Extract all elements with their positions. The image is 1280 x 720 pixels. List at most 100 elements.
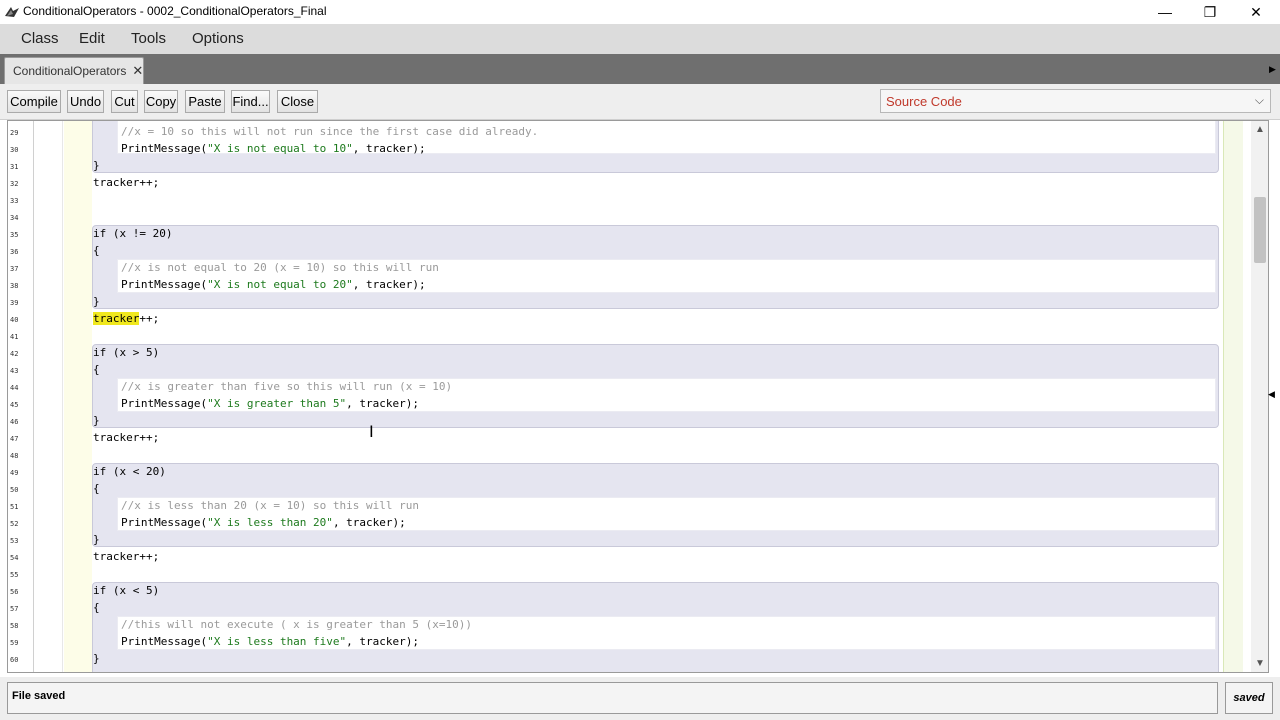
line-number: 40 [10,316,19,324]
vertical-scrollbar[interactable]: ▲ ▼ [1251,121,1268,672]
status-message: File saved [7,682,1218,714]
code-line-42: if (x > 5) [93,346,160,359]
line-number: 35 [10,231,19,239]
line-number: 59 [10,639,19,647]
menu-bar: Class Edit Tools Options [0,24,1280,54]
tab-label: ConditionalOperators [13,64,127,78]
scroll-down-icon[interactable]: ▼ [1255,658,1265,669]
line-number: 43 [10,367,19,375]
collapse-panel-arrow-icon[interactable]: ◀ [1268,389,1275,400]
code-line-38: PrintMessage("X is not equal to 20", tra… [121,278,426,291]
line-number: 31 [10,163,19,171]
line-number: 36 [10,248,19,256]
find-button[interactable]: Find... [231,90,270,113]
line-number: 58 [10,622,19,630]
line-number: 34 [10,214,19,222]
tab-close-icon[interactable]: ✕ [132,63,143,79]
line-number: 52 [10,520,19,528]
code-line-53: } [93,533,100,546]
line-number: 38 [10,282,19,290]
line-number: 32 [10,180,19,188]
paste-button[interactable]: Paste [185,90,225,113]
code-line-40: tracker++; [93,312,160,325]
line-number: 33 [10,197,19,205]
code-line-46: } [93,414,100,427]
code-line-32: tracker++; [93,176,160,189]
code-line-44: //x is greater than five so this will ru… [121,380,453,393]
close-button[interactable]: Close [277,90,318,113]
line-number: 54 [10,554,19,562]
line-number: 56 [10,588,19,596]
code-line-36: { [93,244,100,257]
line-number: 44 [10,384,19,392]
save-state-indicator: saved [1225,682,1273,714]
tab-bar: ConditionalOperators ✕ ▶ [0,54,1280,84]
line-number: 60 [10,656,19,664]
menu-options[interactable]: Options [192,30,244,47]
window-title: ConditionalOperators - 0002_ConditionalO… [23,4,327,18]
code-line-43: { [93,363,100,376]
line-number-gutter: 29 30 31 32 33 34 35 36 37 38 39 40 41 4… [8,121,34,672]
menu-tools[interactable]: Tools [131,30,166,47]
view-mode-value: Source Code [886,93,962,109]
text-cursor-icon: I [369,422,374,441]
view-mode-select[interactable]: Source Code ⌵ [880,89,1271,113]
code-line-45: PrintMessage("X is greater than 5", trac… [121,397,420,410]
menu-class[interactable]: Class [21,30,59,47]
code-line-39: } [93,295,100,308]
tab-conditional-operators[interactable]: ConditionalOperators ✕ [4,57,144,84]
code-line-30: PrintMessage("X is not equal to 10", tra… [121,142,426,155]
code-line-51: //x is less than 20 (x = 10) so this wil… [121,499,420,512]
search-highlight: tracker [93,312,140,325]
code-line-54: tracker++; [93,550,160,563]
title-bar: ConditionalOperators - 0002_ConditionalO… [0,0,1280,24]
tab-scroll-arrow-icon[interactable]: ▶ [1269,64,1276,75]
line-number: 57 [10,605,19,613]
cut-button[interactable]: Cut [111,90,138,113]
line-number: 39 [10,299,19,307]
scope-margin [64,121,92,672]
code-line-58: //this will not execute ( x is greater t… [121,618,472,631]
scroll-up-icon[interactable]: ▲ [1255,124,1265,135]
bluej-app-icon [5,7,19,17]
line-number: 55 [10,571,19,579]
menu-edit[interactable]: Edit [79,30,105,47]
code-line-29: //x = 10 so this will not run since the … [121,125,539,138]
line-number: 46 [10,418,19,426]
code-line-57: { [93,601,100,614]
line-number: 29 [10,129,19,137]
right-margin [1223,121,1243,672]
copy-button[interactable]: Copy [144,90,178,113]
code-line-35: if (x != 20) [93,227,173,240]
close-window-button[interactable]: ✕ [1233,0,1279,24]
code-area[interactable]: //x = 10 so this will not run since the … [92,121,1223,672]
status-bar: File saved saved [0,677,1280,720]
compile-button[interactable]: Compile [7,90,61,113]
line-number: 37 [10,265,19,273]
minimize-button[interactable]: — [1142,0,1188,24]
line-number: 45 [10,401,19,409]
code-editor[interactable]: 29 30 31 32 33 34 35 36 37 38 39 40 41 4… [7,120,1269,673]
code-line-37: //x is not equal to 20 (x = 10) so this … [121,261,439,274]
maximize-button[interactable]: ❐ [1187,0,1233,24]
line-number: 47 [10,435,19,443]
scrollbar-thumb[interactable] [1254,197,1266,263]
code-line-31: } [93,159,100,172]
line-number: 49 [10,469,19,477]
undo-button[interactable]: Undo [67,90,104,113]
line-number: 50 [10,486,19,494]
line-number: 48 [10,452,19,460]
line-number: 41 [10,333,19,341]
code-line-56: if (x < 5) [93,584,160,597]
code-line-60: } [93,652,100,665]
line-number: 51 [10,503,19,511]
code-line-50: { [93,482,100,495]
chevron-down-icon: ⌵ [1254,93,1264,107]
line-number: 53 [10,537,19,545]
breakpoint-column[interactable] [35,121,63,672]
line-number: 42 [10,350,19,358]
code-line-47: tracker++; [93,431,160,444]
code-line-52: PrintMessage("X is less than 20", tracke… [121,516,406,529]
code-line-59: PrintMessage("X is less than five", trac… [121,635,420,648]
editor-toolbar: Compile Undo Cut Copy Paste Find... Clos… [0,84,1280,120]
